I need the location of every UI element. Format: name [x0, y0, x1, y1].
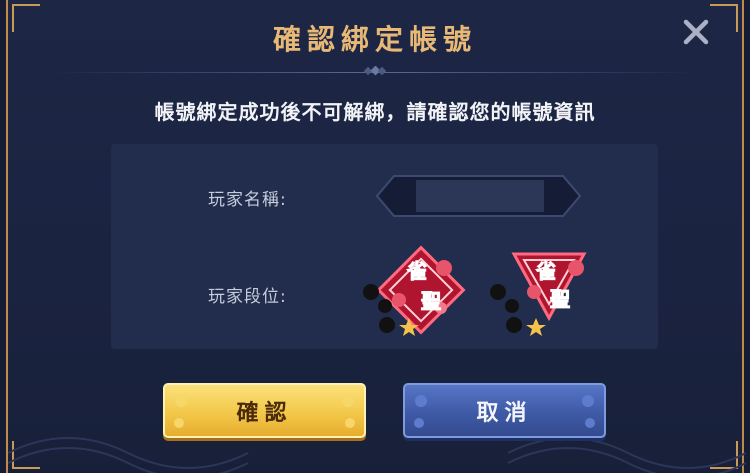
svg-text:聖: 聖: [421, 289, 441, 313]
confirm-button-label: 確認: [236, 399, 293, 426]
close-button[interactable]: [678, 14, 714, 50]
confirm-button[interactable]: 確認: [163, 383, 366, 438]
flower-decoration-icon: [414, 395, 427, 428]
svg-text:雀: 雀: [406, 259, 427, 283]
dialog-title: 確認綁定帳號: [272, 23, 477, 56]
cancel-button[interactable]: 取消: [403, 383, 606, 438]
flower-decoration-icon: [582, 395, 595, 428]
rank-badge-icon: 雀 聖: [490, 252, 587, 336]
bind-warning-text: 帳號綁定成功後不可解綁，請確認您的帳號資訊: [154, 100, 596, 124]
bind-account-dialog: 確認綁定帳號 帳號綁定成功後不可解綁，請確認您的帳號資訊 玩家名稱: 玩家段位:…: [6, 0, 746, 473]
divider-ornament-icon: [363, 66, 387, 76]
cancel-button-label: 取消: [476, 399, 533, 426]
wave-decoration: [8, 437, 746, 473]
player-name-value: [416, 180, 544, 212]
player-rank-label: 玩家段位:: [208, 287, 287, 307]
flower-decoration-icon: [342, 395, 355, 428]
rank-badge-icon: 雀 聖: [363, 245, 466, 336]
close-icon: [683, 19, 709, 45]
player-name-label: 玩家名稱:: [208, 190, 287, 210]
flower-decoration-icon: [174, 395, 187, 428]
svg-text:聖: 聖: [550, 287, 570, 311]
account-info-panel: 玩家名稱: 玩家段位: 雀 聖 雀 聖: [111, 144, 658, 349]
svg-text:雀: 雀: [535, 259, 556, 283]
